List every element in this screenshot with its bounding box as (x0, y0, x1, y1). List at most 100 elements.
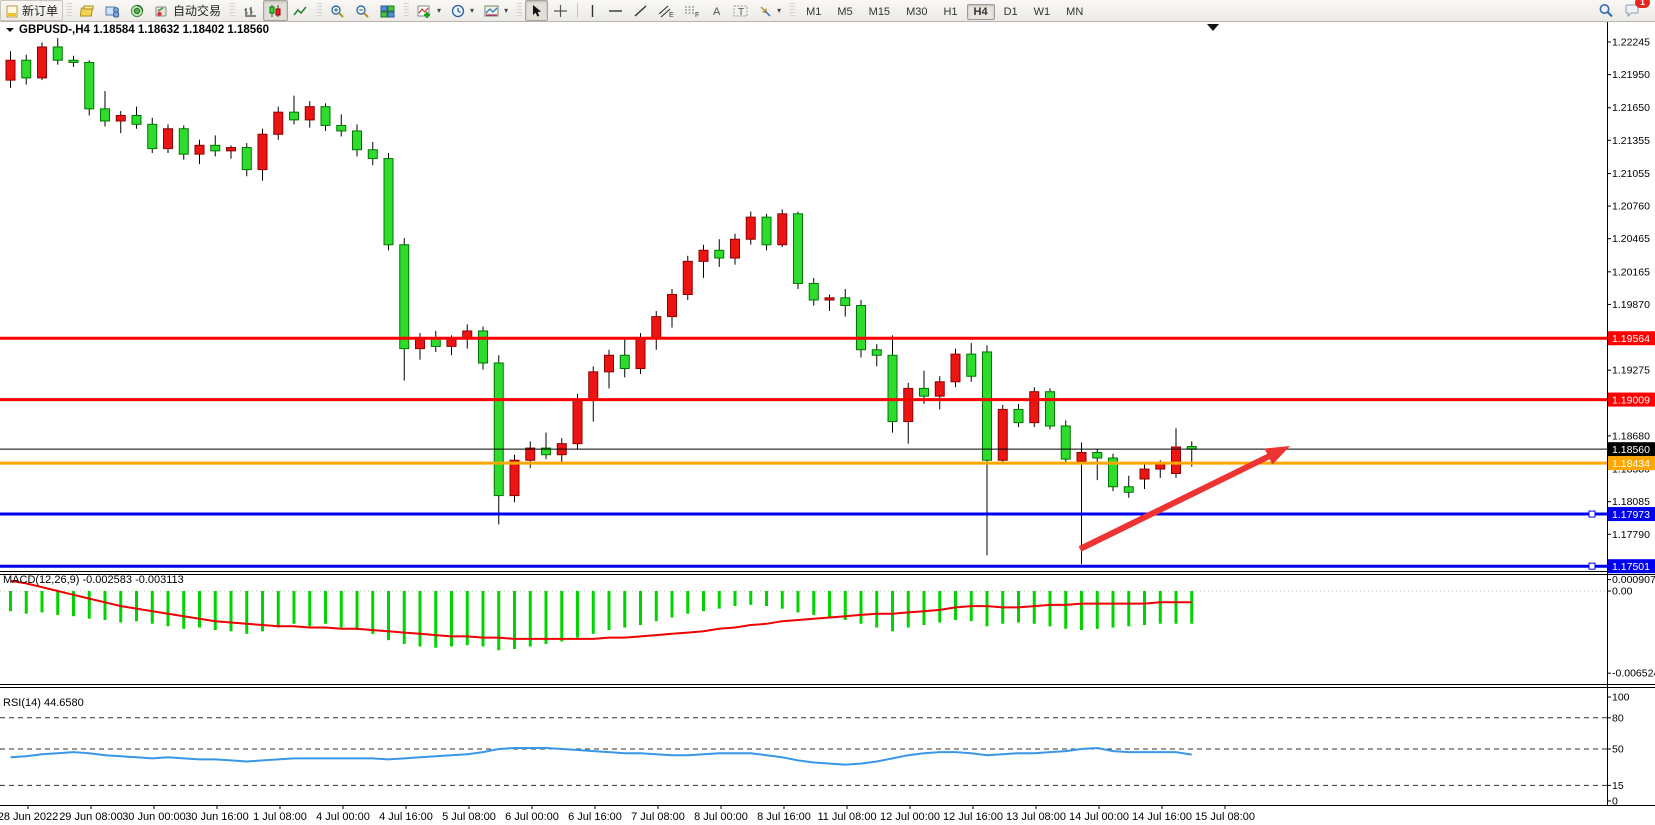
zoom-in-icon (330, 4, 345, 18)
macd-bar (718, 591, 721, 609)
timeframe-w1[interactable]: W1 (1027, 4, 1058, 20)
rsi-tick-label: 100 (1612, 692, 1630, 704)
candle-up (589, 372, 598, 400)
horizontal-line-tool[interactable] (603, 0, 628, 21)
templates-button[interactable]: ▾ (479, 0, 513, 21)
candle-up (1030, 392, 1039, 423)
candle-up (195, 145, 204, 154)
price-tick-label: 1.19275 (1612, 365, 1650, 377)
candle-down (762, 217, 771, 245)
terminal-button[interactable] (100, 0, 125, 21)
price-tick-label: 1.18085 (1612, 496, 1650, 508)
price-label-1.18434: 1.18434 (1612, 458, 1650, 470)
timeframe-m30[interactable]: M30 (899, 4, 934, 20)
zoom-out-button[interactable] (350, 0, 375, 21)
svg-text:A: A (713, 6, 721, 18)
crosshair-button[interactable] (548, 0, 573, 21)
auto-trading-button[interactable]: 自动交易 (150, 0, 226, 21)
macd-bar (797, 591, 800, 612)
candle-down (479, 331, 488, 363)
timeframe-h4[interactable]: H4 (967, 4, 995, 20)
candle-up (778, 214, 787, 245)
candle-up (668, 294, 677, 316)
candle-up (463, 331, 472, 338)
text-tool[interactable]: A (705, 0, 728, 21)
zoom-in-button[interactable] (325, 0, 350, 21)
timeframe-m5[interactable]: M5 (830, 4, 859, 20)
auto-trading-label: 自动交易 (173, 2, 221, 19)
candle-up (652, 317, 661, 339)
line-handle[interactable] (1589, 563, 1595, 569)
chat-button[interactable]: 1 (1619, 0, 1645, 21)
arrows-tool[interactable]: ▾ (753, 0, 786, 21)
timeframe-mn[interactable]: MN (1059, 4, 1090, 20)
candle-up (904, 388, 913, 421)
timeframe-d1[interactable]: D1 (997, 4, 1025, 20)
candle-down (384, 159, 393, 245)
price-tick-label: 1.21650 (1612, 102, 1650, 114)
price-tick-label: 1.22245 (1612, 37, 1650, 49)
candle-up (1140, 469, 1149, 479)
indicators-icon (417, 4, 433, 18)
new-order-button[interactable]: 新订单 (0, 0, 63, 21)
rsi-tick-label: 15 (1612, 780, 1624, 792)
date-tick-label: 6 Jul 00:00 (505, 811, 559, 823)
macd-bar (765, 591, 768, 606)
rsi-tick-label: 50 (1612, 744, 1624, 756)
candle-up (274, 112, 283, 134)
toolbar-grip (229, 3, 235, 18)
candle-up (605, 355, 614, 372)
macd-bar (387, 591, 390, 640)
text-label-icon: T (733, 4, 748, 18)
tile-windows-icon (380, 4, 395, 18)
macd-bar (860, 591, 863, 624)
macd-bar (104, 591, 107, 620)
fibonacci-tool[interactable]: F (679, 0, 705, 21)
tile-windows-button[interactable] (375, 0, 400, 21)
candle-up (116, 115, 125, 121)
macd-bar (986, 591, 989, 626)
price-tick-label: 1.20165 (1612, 266, 1650, 278)
trendline-tool[interactable] (628, 0, 653, 21)
search-button[interactable] (1593, 0, 1619, 21)
main-toolbar: 新订单 (0, 0, 1655, 22)
macd-bar (875, 591, 878, 628)
macd-bar (214, 591, 217, 630)
candle-down (69, 60, 78, 62)
candle-down (920, 388, 929, 396)
candle-up (746, 217, 755, 239)
line-handle[interactable] (1589, 511, 1595, 517)
cursor-button[interactable] (525, 0, 548, 21)
candle-up (510, 460, 519, 495)
macd-bar (734, 591, 737, 606)
history-center-button[interactable] (75, 0, 100, 21)
rsi-tick-label: 0 (1612, 796, 1618, 808)
chart-canvas[interactable]: 1.222451.219501.216501.213551.210551.207… (0, 0, 1655, 825)
vertical-line-icon (587, 4, 598, 18)
macd-bar (293, 591, 296, 624)
macd-bar (623, 591, 626, 628)
periods-button[interactable]: ▾ (446, 0, 479, 21)
candle-down (872, 350, 881, 356)
signals-button[interactable] (125, 0, 150, 21)
signals-icon (130, 4, 145, 18)
macd-bar (1033, 591, 1036, 624)
macd-bar (308, 591, 311, 626)
price-tick-label: 1.19870 (1612, 299, 1650, 311)
timeframe-h1[interactable]: H1 (936, 4, 964, 20)
price-tick-label: 1.18680 (1612, 430, 1650, 442)
macd-bar (151, 591, 154, 624)
vertical-line-tool[interactable] (582, 0, 603, 21)
timeframe-m15[interactable]: M15 (862, 4, 897, 20)
candle-up (164, 129, 173, 149)
channel-tool[interactable]: E (653, 0, 679, 21)
candle-down (132, 115, 141, 124)
candle-up (699, 250, 708, 261)
timeframe-m1[interactable]: M1 (799, 4, 828, 20)
indicators-button[interactable]: ▾ (412, 0, 446, 21)
text-label-tool[interactable]: T (728, 0, 753, 21)
chart-line-button[interactable] (288, 0, 313, 21)
price-tick-label: 1.20465 (1612, 233, 1650, 245)
chart-bars-button[interactable] (238, 0, 263, 21)
chart-candles-button[interactable] (263, 0, 288, 21)
